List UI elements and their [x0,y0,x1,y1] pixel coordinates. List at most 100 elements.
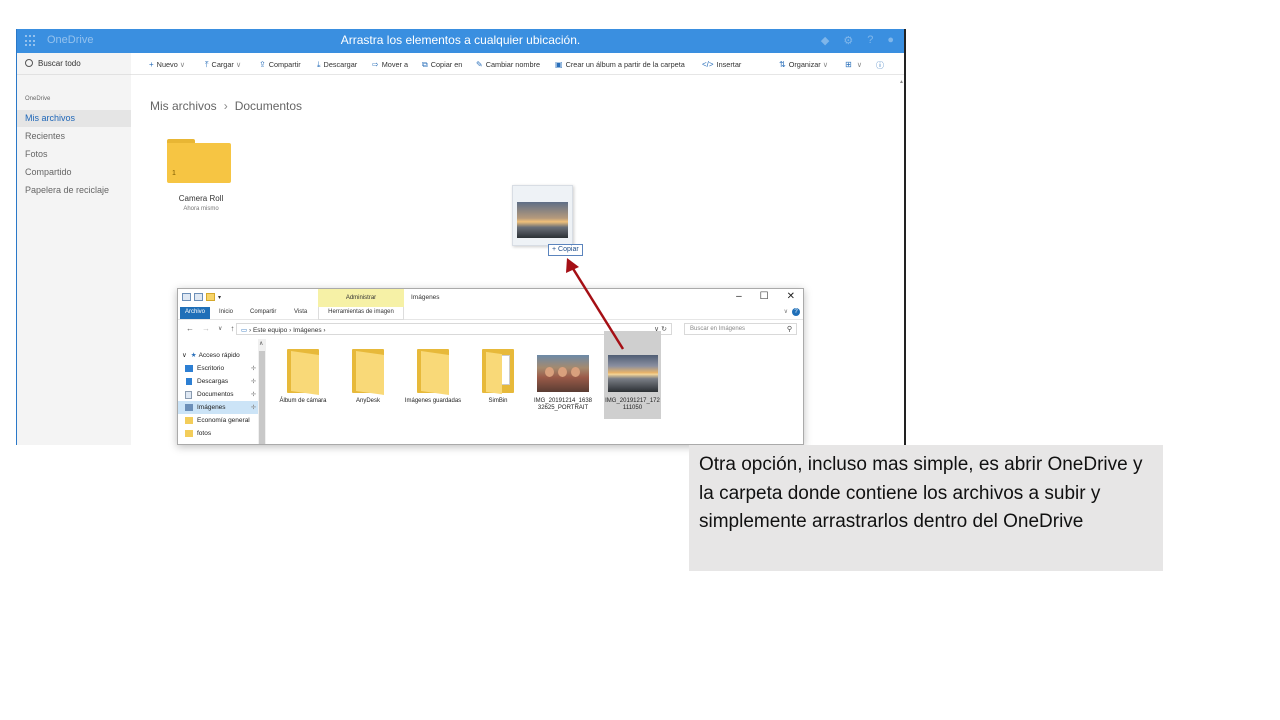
new-button[interactable]: + Nuevo ∨ [149,60,185,69]
customize-toolbar-icon[interactable]: ▾ [218,294,221,301]
chevron-down-icon: ∨ [179,60,186,69]
nav-quick-access[interactable]: ∨ ★ Acceso rápido [182,351,240,359]
path-imagenes[interactable]: Imágenes [293,327,322,334]
chevron-down-icon[interactable]: ∨ [182,352,187,359]
help-icon[interactable]: ? [792,308,800,316]
pictures-icon [185,404,193,411]
plus-icon: + [149,60,154,69]
folder-modified: Ahora mismo [183,206,219,212]
folder-icon [352,349,384,395]
tab-vista[interactable]: Vista [294,309,307,315]
tab-compartir[interactable]: Compartir [250,309,276,315]
sidebar-item-fotos[interactable]: Fotos [17,146,131,163]
onedrive-sidebar: Buscar todo OneDrive Mis archivos Recien… [17,53,131,445]
folder-icon [167,143,231,183]
recent-chevron-icon[interactable]: ∨ [218,324,222,333]
photo-thumbnail [608,355,658,392]
search-input[interactable]: Buscar todo [17,53,131,75]
scroll-up-icon[interactable]: ∧ [259,340,263,347]
upload-button[interactable]: ⤒ Cargar ∨ [205,60,241,70]
forward-arrow-icon[interactable]: → [202,324,210,333]
breadcrumb-documentos: Documentos [234,99,303,113]
drag-preview [512,185,573,246]
dragged-photo-thumbnail [517,202,568,238]
path-este-equipo[interactable]: Este equipo [253,327,287,334]
sidebar-item-compartido[interactable]: Compartido [17,164,131,181]
onedrive-top-bar: OneDrive Arrastra los elementos a cualqu… [17,29,904,53]
embed-button[interactable]: </> Insertar [702,60,741,69]
copy-to-button[interactable]: ⧉ Copiar en [422,60,462,70]
file-item-simbin[interactable]: SimBin [468,341,528,419]
explorer-search-input[interactable]: Buscar en Imágenes ⚲ [684,323,797,335]
search-icon: ⚲ [786,326,792,333]
nav-item-descargas[interactable]: Descargas ✢ [178,375,258,388]
properties-icon[interactable] [194,293,203,301]
quick-access-toolbar: ▾ [182,293,221,301]
view-button[interactable]: ⊞ ∨ [845,60,862,69]
search-icon [25,59,33,67]
gear-icon[interactable]: ⚙ [843,34,853,47]
pencil-icon: ✎ [476,60,483,69]
explorer-ribbon: Archivo Inicio Compartir Vista Herramien… [178,307,803,320]
instruction-note: Otra opción, incluso mas simple, es abri… [689,445,1163,571]
tab-inicio[interactable]: Inicio [219,309,233,315]
sidebar-item-recientes[interactable]: Recientes [17,128,131,145]
tab-herramientas-imagen[interactable]: Herramientas de imagen [318,307,404,320]
command-bar: + Nuevo ∨ ⤒ Cargar ∨ ⇪ Compartir ⤓ Descargar ⇨… [131,53,904,75]
copy-tooltip: + Copiar [548,244,583,256]
sidebar-item-mis-archivos[interactable]: Mis archivos [17,110,131,127]
scrollbar-thumb[interactable] [259,351,265,444]
up-arrow-icon[interactable]: ↑ [230,324,234,333]
grid-icon: ⊞ [845,60,852,69]
nav-scrollbar[interactable]: ∧ [258,339,266,444]
copy-icon: ⧉ [422,60,428,69]
maximize-icon[interactable]: ☐ [760,291,769,302]
nav-item-documentos[interactable]: Documentos ✢ [178,388,258,401]
pin-icon: ✢ [250,392,256,398]
file-item-album-camara[interactable]: Álbum de cámara [273,341,333,419]
notification-icon[interactable]: ◆ [821,34,829,47]
file-item-imagenes-guardadas[interactable]: Imágenes guardadas [403,341,463,419]
nav-item-imagenes[interactable]: Imágenes ✢ [178,401,258,414]
manage-tab-header[interactable]: Administrar [318,289,404,307]
minimize-icon[interactable]: – [736,291,742,302]
explorer-file-list: Álbum de cámara AnyDesk Imágenes guardad… [273,331,803,444]
chevron-down-icon: ∨ [822,60,829,69]
album-icon: ▣ [555,60,563,69]
pin-icon: ✢ [250,379,256,385]
chevron-down-icon[interactable]: ∨ [784,308,788,315]
sidebar-item-papelera[interactable]: Papelera de reciclaje [17,182,131,199]
help-icon[interactable]: ? [867,34,873,47]
nav-item-economia[interactable]: Economía general [178,414,258,427]
move-to-button[interactable]: ⇨ Mover a [372,60,408,69]
new-folder-icon[interactable] [206,293,215,301]
tab-archivo[interactable]: Archivo [180,307,210,319]
desktop-icon [185,365,193,372]
photo-thumbnail [537,355,589,392]
address-row: ← → ∨ ↑ ▭ › Este equipo › Imágenes › ∨ ↻… [178,321,803,337]
nav-item-escritorio[interactable]: Escritorio ✢ [178,362,258,375]
file-item-img-portrait[interactable]: IMG_20191214_163832625_PORTRAIT [533,341,593,419]
create-album-button[interactable]: ▣ Crear un álbum a partir de la carpeta [555,60,685,69]
nav-item-fotos[interactable]: fotos [178,427,258,440]
folder-tile[interactable]: 1 [167,137,231,183]
download-button[interactable]: ⤓ Descargar [317,60,357,70]
chevron-down-icon: ∨ [856,60,863,69]
back-arrow-icon[interactable]: ← [186,324,194,333]
sort-button[interactable]: ⇅ Organizar ∨ [779,60,828,69]
file-item-anydesk[interactable]: AnyDesk [338,341,398,419]
close-icon[interactable]: ✕ [787,291,795,302]
folder-name[interactable]: Camera Roll [167,194,235,203]
breadcrumb: Mis archivos › Documentos [150,99,302,113]
avatar[interactable]: ● [887,34,894,47]
file-item-img-sunset[interactable]: IMG_20191217_172111050 [604,331,661,419]
folder-icon [417,349,449,395]
scrollbar[interactable]: ▲ [898,75,904,445]
info-button[interactable]: ⓘ [876,60,887,71]
file-explorer-window: ▾ Administrar Imágenes – ☐ ✕ Archivo Ini… [177,288,804,445]
refresh-icon[interactable]: ↻ [661,326,667,333]
rename-button[interactable]: ✎ Cambiar nombre [476,60,540,69]
scroll-up-icon[interactable]: ▲ [899,79,904,85]
share-button[interactable]: ⇪ Compartir [259,60,301,69]
breadcrumb-mis-archivos[interactable]: Mis archivos [150,99,217,113]
